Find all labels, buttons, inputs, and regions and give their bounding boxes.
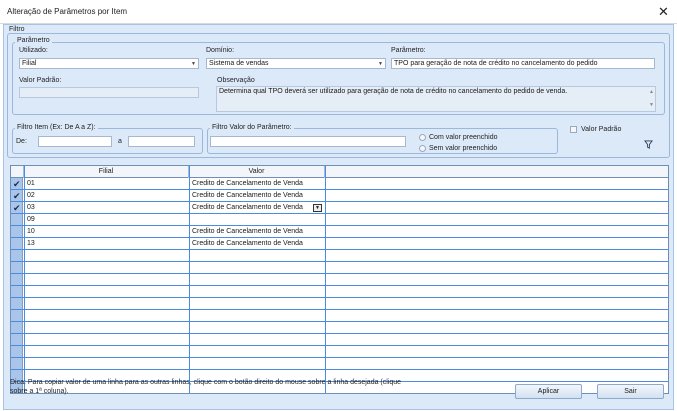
grid-column-divider (189, 166, 190, 393)
apply-button[interactable]: Aplicar (515, 384, 582, 399)
sem-valor-label: Sem valor preenchido (429, 145, 498, 152)
chevron-down-icon[interactable]: ▼ (190, 60, 197, 68)
observacao-textarea[interactable]: Determina qual TPO deverá ser utilizado … (216, 86, 656, 112)
de-input[interactable] (38, 136, 112, 147)
table-row[interactable]: 13 Credito de Cancelamento de Venda (11, 238, 668, 250)
table-row[interactable] (11, 322, 668, 334)
cell-filial[interactable]: 01 (24, 178, 189, 190)
filtro-valor-title: Filtro Valor do Parâmetro: (210, 124, 294, 131)
de-label: De: (16, 138, 27, 145)
com-valor-label: Com valor preenchido (429, 134, 498, 141)
utilizado-value: Filial (22, 60, 37, 67)
dialog-body: Filtro Parâmetro Utilizado: Filial ▼ Dom… (3, 24, 674, 410)
a-label: a (118, 138, 122, 145)
exit-button[interactable]: Sair (597, 384, 664, 399)
cell-filial[interactable]: 02 (24, 190, 189, 202)
sem-valor-radio[interactable] (419, 145, 426, 152)
scroll-down-icon[interactable]: ▼ (649, 101, 654, 110)
grid-header-corner (11, 166, 24, 178)
parametro-field[interactable]: TPO para geração de nota de crédito no c… (391, 58, 655, 69)
check-icon: ✔ (13, 203, 21, 213)
table-row[interactable] (11, 286, 668, 298)
cell-valor[interactable]: Credito de Cancelamento de Venda (189, 190, 325, 202)
filtro-title: Filtro (9, 26, 25, 33)
table-row[interactable] (11, 334, 668, 346)
parameters-grid: Filial Valor ✔ 01 Credito de Cancelamento … (10, 165, 669, 394)
column-header-valor[interactable]: Valor (189, 166, 325, 178)
grid-column-divider (325, 166, 326, 393)
chevron-down-icon[interactable]: ▼ (377, 60, 384, 68)
observacao-value: Determina qual TPO deverá ser utilizado … (219, 88, 568, 95)
filtro-item-title: Filtro Item (Ex: De A a Z): (15, 124, 98, 131)
cell-valor[interactable]: Credito de Cancelamento de Venda (189, 238, 325, 250)
parametro-label: Parâmetro: (391, 47, 426, 54)
a-input[interactable] (128, 136, 195, 147)
dominio-label: Domínio: (206, 47, 235, 54)
valor-padrao-checkbox-label: Valor Padrão (581, 126, 622, 133)
cell-valor[interactable]: Credito de Cancelamento de Venda (189, 202, 325, 214)
table-row[interactable] (11, 358, 668, 370)
com-valor-radio[interactable] (419, 134, 426, 141)
table-row[interactable]: ✔ 03 Credito de Cancelamento de Venda ▼ (11, 202, 668, 214)
window-title: Alteração de Parâmetros por Item (7, 7, 128, 16)
tip-line-1: Dica: Para copiar valor de uma linha par… (10, 379, 402, 386)
table-row[interactable]: 10 Credito de Cancelamento de Venda (11, 226, 668, 238)
valor-padrao-checkbox[interactable] (570, 126, 577, 133)
check-icon: ✔ (13, 191, 21, 201)
check-icon: ✔ (13, 179, 21, 189)
table-row[interactable]: ✔ 01 Credito de Cancelamento de Venda (11, 178, 668, 190)
table-row[interactable]: ✔ 02 Credito de Cancelamento de Venda (11, 190, 668, 202)
table-row[interactable] (11, 310, 668, 322)
table-row[interactable] (11, 298, 668, 310)
cell-dropdown-chevron-down-icon[interactable]: ▼ (313, 204, 322, 212)
filtro-valor-input[interactable] (210, 136, 406, 147)
grid-header: Filial Valor (11, 166, 668, 178)
parametro-value: TPO para geração de nota de crédito no c… (394, 60, 598, 67)
scroll-up-icon[interactable]: ▲ (649, 88, 654, 97)
utilizado-select[interactable]: Filial ▼ (19, 58, 199, 69)
cell-filial[interactable]: 10 (24, 226, 189, 238)
dominio-select[interactable]: Sistema de vendas ▼ (206, 58, 386, 69)
column-header-filial[interactable]: Filial (24, 166, 189, 178)
table-row[interactable]: 09 (11, 214, 668, 226)
table-row[interactable] (11, 274, 668, 286)
filter-icon[interactable] (644, 140, 653, 149)
parametro-group-title: Parâmetro (15, 37, 52, 44)
valor-padrao-label: Valor Padrão: (19, 77, 62, 84)
utilizado-label: Utilizado: (19, 47, 48, 54)
table-row[interactable] (11, 262, 668, 274)
cell-filial[interactable]: 09 (24, 214, 189, 226)
cell-filial[interactable]: 13 (24, 238, 189, 250)
dominio-value: Sistema de vendas (209, 60, 269, 67)
table-row[interactable] (11, 250, 668, 262)
observacao-label: Observação (217, 77, 255, 84)
valor-padrao-field (19, 87, 199, 98)
table-row[interactable] (11, 346, 668, 358)
cell-valor[interactable]: Credito de Cancelamento de Venda (189, 226, 325, 238)
cell-valor[interactable] (189, 214, 325, 226)
window-titlebar: Alteração de Parâmetros por Item ✕ (0, 0, 677, 24)
cell-valor[interactable]: Credito de Cancelamento de Venda (189, 178, 325, 190)
close-icon[interactable]: ✕ (658, 4, 669, 20)
cell-filial[interactable]: 03 (24, 202, 189, 214)
grid-column-divider (24, 166, 25, 393)
tip-line-2: sobre a 1ª coluna). (10, 388, 69, 395)
